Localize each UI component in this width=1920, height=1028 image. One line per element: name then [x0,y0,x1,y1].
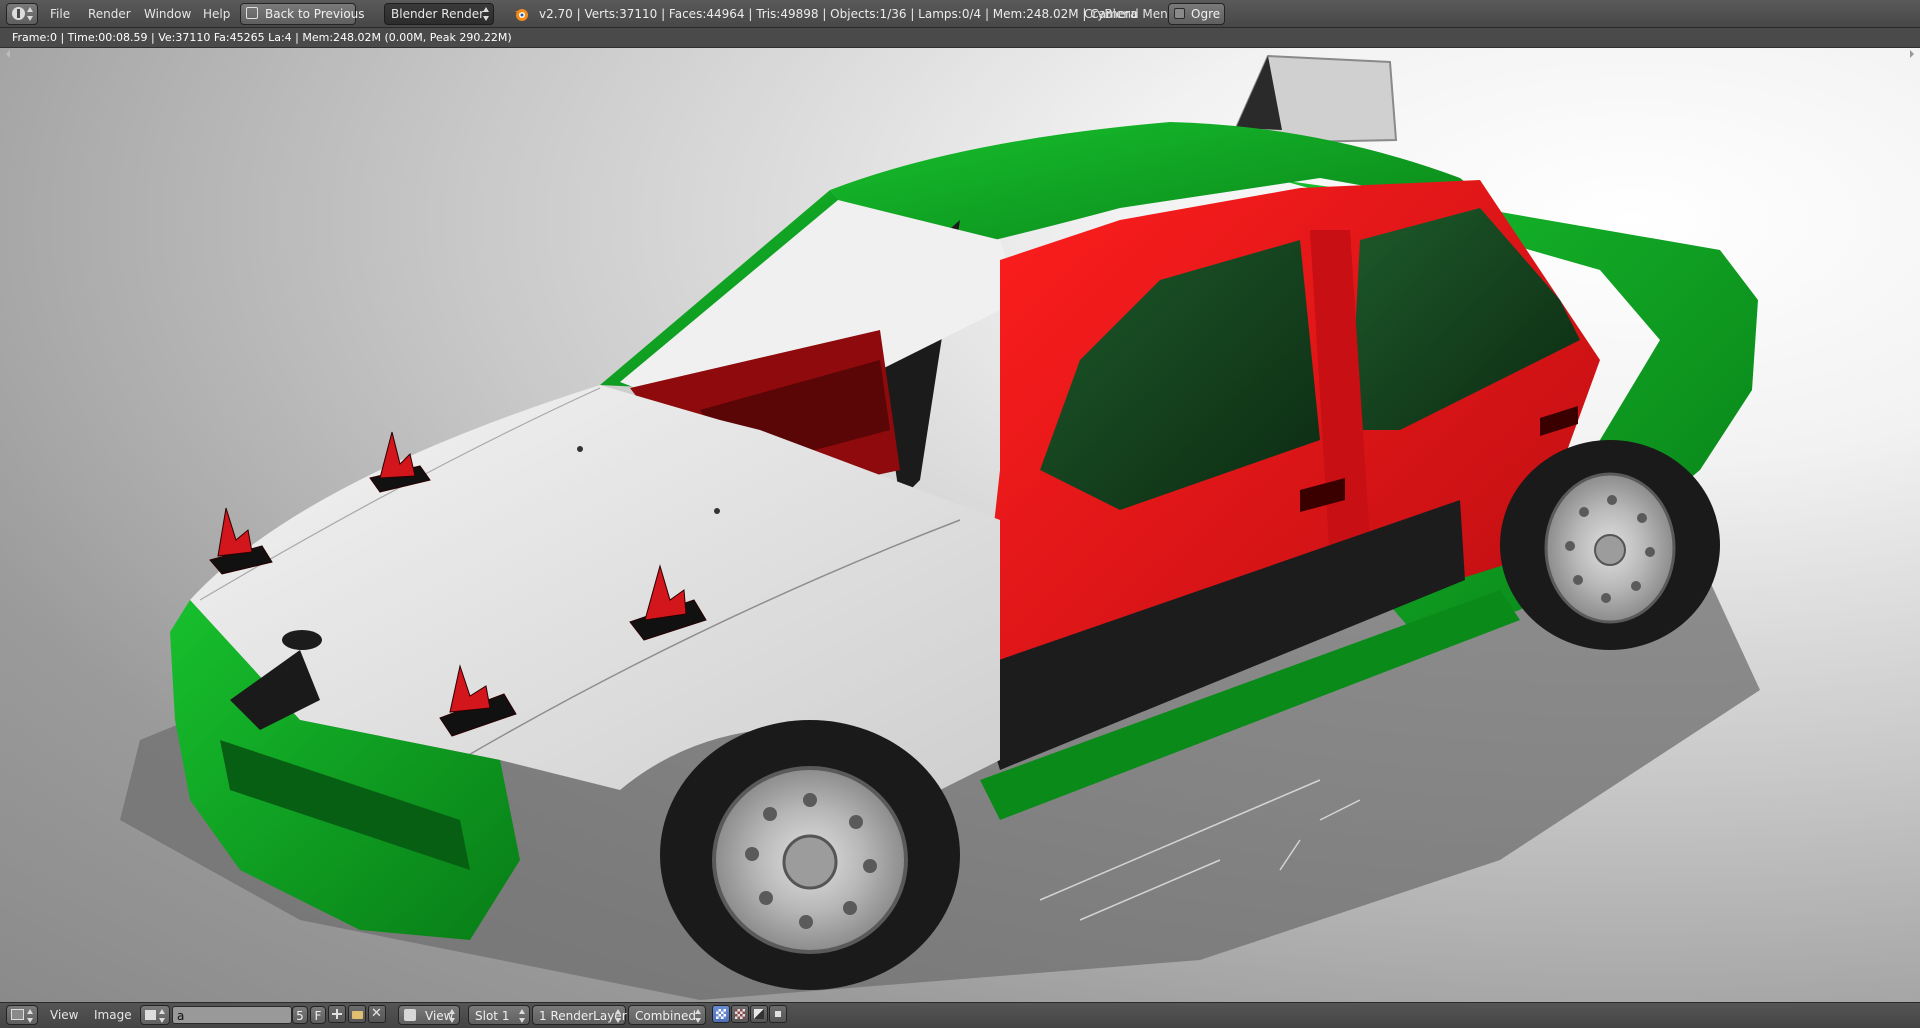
info-header: File Render Window Help Back to Previous… [0,0,1920,28]
folder-icon [352,1011,363,1019]
scene-statistics: v2.70 | Verts:37110 | Faces:44964 | Tris… [539,7,1138,21]
image-editor-icon [11,1009,24,1020]
image-editor-type-selector[interactable] [6,1005,38,1025]
channels-icon [754,1009,764,1019]
render-info-bar: Frame:0 | Time:00:08.59 | Ve:37110 Fa:45… [0,28,1920,48]
viewport-corner-top-right[interactable] [1910,50,1918,58]
render-pass-label: Combined [635,1009,696,1023]
image-editor-header: View Image a 5 F ✕ View Slot 1 1 RenderL… [0,1002,1920,1028]
new-image-button[interactable] [328,1005,346,1023]
slot-select[interactable]: Slot 1 [468,1005,530,1025]
menu-image[interactable]: Image [88,1005,138,1025]
render-layer-select[interactable]: 1 RenderLayer [532,1005,627,1025]
render-result-viewport[interactable] [0,48,1920,1002]
ogre-button[interactable]: Ogre [1168,3,1225,25]
render-engine-select[interactable]: Blender Render [384,3,494,25]
open-image-button[interactable] [348,1005,366,1023]
menu-help[interactable]: Help [197,3,236,25]
render-engine-label: Blender Render [391,7,485,21]
menu-file[interactable]: File [44,3,76,25]
fake-user-text: F [314,1009,322,1023]
close-icon: ✕ [371,1006,382,1021]
draw-alpha-button[interactable] [712,1005,730,1023]
draw-channels-button[interactable] [750,1005,768,1023]
image-name-field[interactable]: a [172,1006,292,1024]
editor-type-selector[interactable] [6,3,38,25]
render-info-text: Frame:0 | Time:00:08.59 | Ve:37110 Fa:45… [12,31,512,44]
image-name-text: a [177,1009,185,1023]
back-to-previous-label: Back to Previous [265,7,365,21]
viewport-corner-top-left[interactable] [2,50,10,58]
view-mode-select[interactable]: View [398,1005,460,1025]
image-users-count-text: 5 [296,1009,304,1023]
image-users-count[interactable]: 5 [292,1006,308,1024]
menu-render[interactable]: Render [82,3,137,25]
ogre-label: Ogre [1191,7,1221,21]
zbuffer-icon [735,1009,745,1019]
checker-icon [716,1009,726,1019]
back-to-previous-button[interactable]: Back to Previous [240,3,365,25]
menu-view[interactable]: View [44,1005,84,1025]
image-browse-button[interactable] [140,1005,170,1025]
image-browse-icon [145,1010,156,1020]
menu-window[interactable]: Window [138,3,197,25]
cryblend-menu[interactable]: CryBlend Menu [1078,3,1181,25]
view-mode-icon [404,1009,416,1021]
fake-user-button[interactable]: F [310,1006,326,1024]
unlink-image-button[interactable]: ✕ [368,1005,386,1023]
checkbox-icon [1174,8,1185,19]
flag-icon [775,1011,781,1017]
draw-flag-button[interactable] [769,1005,787,1023]
back-icon [246,7,258,19]
blender-logo-icon [512,5,530,23]
render-layer-label: 1 RenderLayer [539,1009,627,1023]
render-pass-select[interactable]: Combined [628,1005,706,1025]
rendered-car-image [120,54,1760,1000]
slot-label: Slot 1 [475,1009,510,1023]
draw-zbuffer-button[interactable] [731,1005,749,1023]
